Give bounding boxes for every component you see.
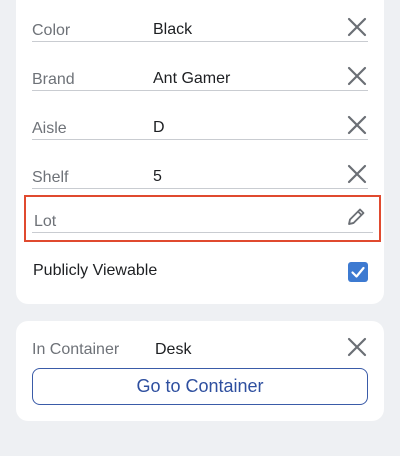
publicly-viewable-row[interactable]: Publicly Viewable [32,258,368,286]
shelf-field-row[interactable]: Shelf 5 [16,141,368,189]
container-label: In Container [32,341,120,358]
aisle-value[interactable]: D [153,119,165,137]
color-field-row[interactable]: Color Black [16,0,368,42]
brand-underline [32,90,368,91]
lot-field-row[interactable]: Lot [24,195,381,242]
lot-underline [32,232,373,233]
aisle-label: Aisle [32,120,67,137]
clear-aisle-close-icon[interactable] [346,114,368,136]
clear-shelf-close-icon[interactable] [346,163,368,185]
color-value[interactable]: Black [153,21,192,39]
shelf-underline [32,188,368,189]
go-to-container-button[interactable]: Go to Container [32,368,368,405]
publicly-viewable-checkbox[interactable] [348,262,368,282]
color-label: Color [32,22,71,39]
checkmark-icon [351,266,365,278]
clear-container-close-icon[interactable] [346,336,368,358]
clear-brand-close-icon[interactable] [346,65,368,87]
publicly-viewable-label: Publicly Viewable [33,262,158,279]
container-value: Desk [155,341,192,358]
shelf-value[interactable]: 5 [153,168,162,186]
container-field-row: In Container Desk [16,311,368,359]
brand-field-row[interactable]: Brand Ant Gamer [16,43,368,91]
aisle-underline [32,139,368,140]
brand-label: Brand [32,71,75,88]
shelf-label: Shelf [32,169,69,186]
color-underline [32,41,368,42]
brand-value[interactable]: Ant Gamer [153,70,230,88]
clear-color-close-icon[interactable] [346,16,368,38]
edit-lot-pencil-icon[interactable] [345,206,367,228]
lot-label: Lot [34,213,57,230]
aisle-field-row[interactable]: Aisle D [16,92,368,140]
